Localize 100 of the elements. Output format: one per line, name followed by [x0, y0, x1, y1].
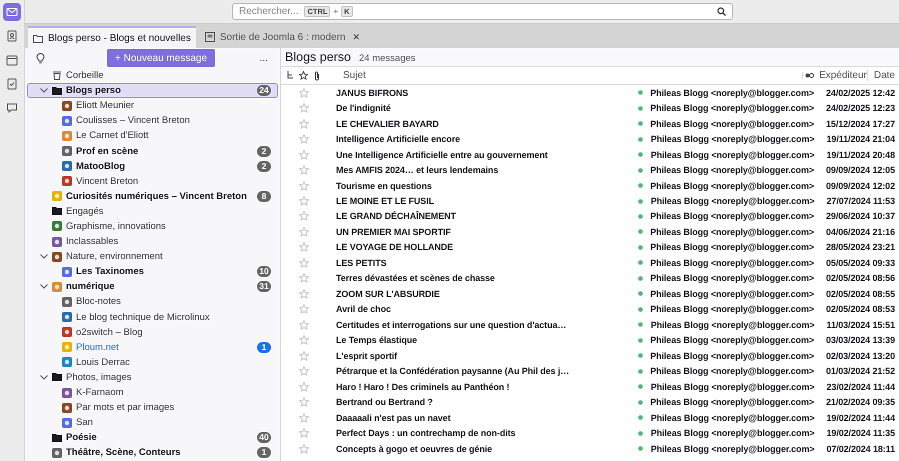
folder-item[interactable]: numérique 31: [27, 279, 278, 294]
folder-item[interactable]: Coulisses – Vincent Breton: [27, 113, 278, 128]
get-messages-icon[interactable]: [35, 52, 46, 64]
folder-item[interactable]: Ploum.net 1: [27, 340, 278, 355]
unread-dot[interactable]: [638, 322, 644, 328]
unread-dot[interactable]: [638, 229, 643, 234]
chevron-down-icon[interactable]: [40, 254, 48, 260]
folder-item[interactable]: MatooBlog 2: [27, 158, 278, 174]
folder-item[interactable]: Par mots et par images: [27, 400, 278, 416]
mail-space-button[interactable]: [3, 3, 21, 21]
column-header[interactable]: Date: [868, 70, 899, 81]
message-subject: LES PETITS: [335, 258, 388, 268]
message-subject: Tourisme en questions: [335, 180, 433, 191]
unread-count-badge: 24: [257, 85, 271, 96]
unread-dot[interactable]: [638, 260, 643, 266]
feed-icon: [62, 266, 72, 277]
message-date: 09/09/2024 12:02: [825, 180, 896, 191]
unread-dot[interactable]: [638, 306, 643, 312]
thread-icon[interactable]: [287, 71, 294, 80]
unread-dot[interactable]: [638, 415, 644, 420]
message-sender: Phileas Blogg <noreply@blogger.com>: [650, 382, 816, 392]
message-date: 21/02/2024 09:35: [825, 397, 896, 408]
message-date: 02/03/2024 13:20: [825, 350, 896, 361]
unread-dot[interactable]: [638, 244, 643, 250]
unread-dot[interactable]: [638, 384, 644, 390]
folder-item[interactable]: Louis Derrac: [27, 354, 278, 370]
unread-dot[interactable]: [638, 368, 643, 374]
unread-dot[interactable]: [638, 430, 644, 436]
unread-dot[interactable]: [638, 214, 643, 219]
folder-item[interactable]: Inclassables: [27, 234, 278, 250]
unread-dot[interactable]: [638, 90, 643, 96]
new-message-button[interactable]: + Nouveau message: [107, 49, 216, 67]
unread-dot[interactable]: [638, 136, 644, 142]
chevron-down-icon[interactable]: [40, 88, 48, 94]
unread-dot[interactable]: [638, 400, 643, 405]
column-header[interactable]: Sujet: [324, 70, 802, 81]
message-subject: LE CHEVALIER BAYARD: [335, 118, 440, 129]
unread-dot[interactable]: [638, 152, 644, 158]
message-date: 19/11/2024 20:48: [826, 150, 896, 160]
feed-icon: [62, 418, 72, 428]
tab[interactable]: Sortie de Joomla 6 : modern ✕: [200, 26, 366, 48]
chevron-down-icon[interactable]: [40, 284, 48, 290]
folder-item[interactable]: Corbeille: [27, 68, 278, 84]
message-date: 15/12/2024 17:27: [825, 118, 896, 129]
message-sender: Phileas Blogg <noreply@blogger.com>: [649, 226, 816, 237]
folder-item[interactable]: Bloc-notes: [27, 294, 278, 310]
read-status-icon[interactable]: [805, 72, 814, 79]
unread-dot[interactable]: [638, 276, 643, 281]
column-header[interactable]: Expéditeur: [816, 70, 868, 81]
folder-item[interactable]: Les Taxinomes 10: [27, 264, 278, 280]
paperclip-icon[interactable]: [314, 70, 320, 80]
star-icon[interactable]: [299, 71, 308, 80]
unread-dot[interactable]: [638, 291, 643, 296]
folder-icon: [52, 86, 62, 95]
search-icon[interactable]: [717, 7, 726, 16]
folder-item[interactable]: o2switch – Blog: [27, 324, 278, 340]
feed-icon: [62, 357, 72, 368]
more-menu-button[interactable]: ...: [260, 52, 268, 64]
folder-item[interactable]: Théâtre, Scène, Conteurs 1: [27, 445, 278, 460]
folder-item[interactable]: Le blog technique de Microlinux: [27, 310, 278, 325]
chevron-down-icon[interactable]: [40, 374, 48, 380]
folder-item[interactable]: Prof en scène 2: [27, 143, 278, 159]
message-date: 07/02/2024 18:11: [826, 444, 896, 454]
folder-item[interactable]: Nature, environnement: [27, 249, 278, 264]
message-subject: Bertrand ou Bertrand ?: [335, 397, 434, 408]
folder-item[interactable]: Graphisme, innovations: [27, 218, 278, 234]
unread-dot[interactable]: [638, 121, 643, 126]
folder-item[interactable]: San: [27, 415, 278, 430]
feed-icon: [62, 388, 72, 398]
message-sender: Phileas Blogg <noreply@blogger.com>: [650, 412, 816, 423]
folder-item[interactable]: Curiosités numériques – Vincent Breton 8: [27, 188, 278, 204]
folder-item[interactable]: Engagés: [27, 204, 278, 219]
unread-dot[interactable]: [638, 353, 643, 358]
message-subject: Le Temps élastique: [335, 335, 418, 346]
tab[interactable]: Blogs perso - Blogs et nouvelles: [28, 26, 196, 48]
folder-item[interactable]: Le Carnet d'Eliott: [27, 128, 278, 144]
message-subject: Avril de choc: [335, 304, 392, 314]
feed-icon: [62, 296, 72, 307]
message-subject: Concepts à gogo et oeuvres de génie: [335, 444, 494, 454]
unread-dot[interactable]: [638, 198, 644, 204]
folder-item[interactable]: K-Farnaom: [27, 384, 278, 400]
close-button[interactable]: ✕: [352, 32, 360, 42]
message-subject: LE VOYAGE DE HOLLANDE: [335, 242, 454, 252]
message-sender: Phileas Blogg <noreply@blogger.com>: [650, 428, 816, 438]
feed-icon: [52, 252, 62, 262]
message-sender: Phileas Blogg <noreply@blogger.com>: [649, 366, 816, 376]
folder-item[interactable]: Poésie 40: [27, 430, 278, 446]
unread-dot[interactable]: [638, 183, 643, 188]
unread-dot[interactable]: [638, 446, 644, 452]
feed-icon: [62, 100, 72, 111]
unread-dot[interactable]: [638, 106, 643, 111]
folder-item[interactable]: Eliott Meunier: [27, 98, 278, 114]
feed-icon: [62, 327, 72, 338]
message-subject: LE MOINE ET LE FUSIL: [335, 196, 436, 206]
unread-dot[interactable]: [638, 338, 643, 343]
folder-item[interactable]: Photos, images: [27, 370, 278, 385]
folder-item[interactable]: Blogs perso 24: [27, 83, 278, 98]
folder-item[interactable]: Vincent Breton: [27, 174, 278, 189]
unread-dot[interactable]: [638, 168, 643, 173]
message-subject: Pétrarque et la Confédération paysanne (Au Phil des j…: [335, 366, 570, 376]
